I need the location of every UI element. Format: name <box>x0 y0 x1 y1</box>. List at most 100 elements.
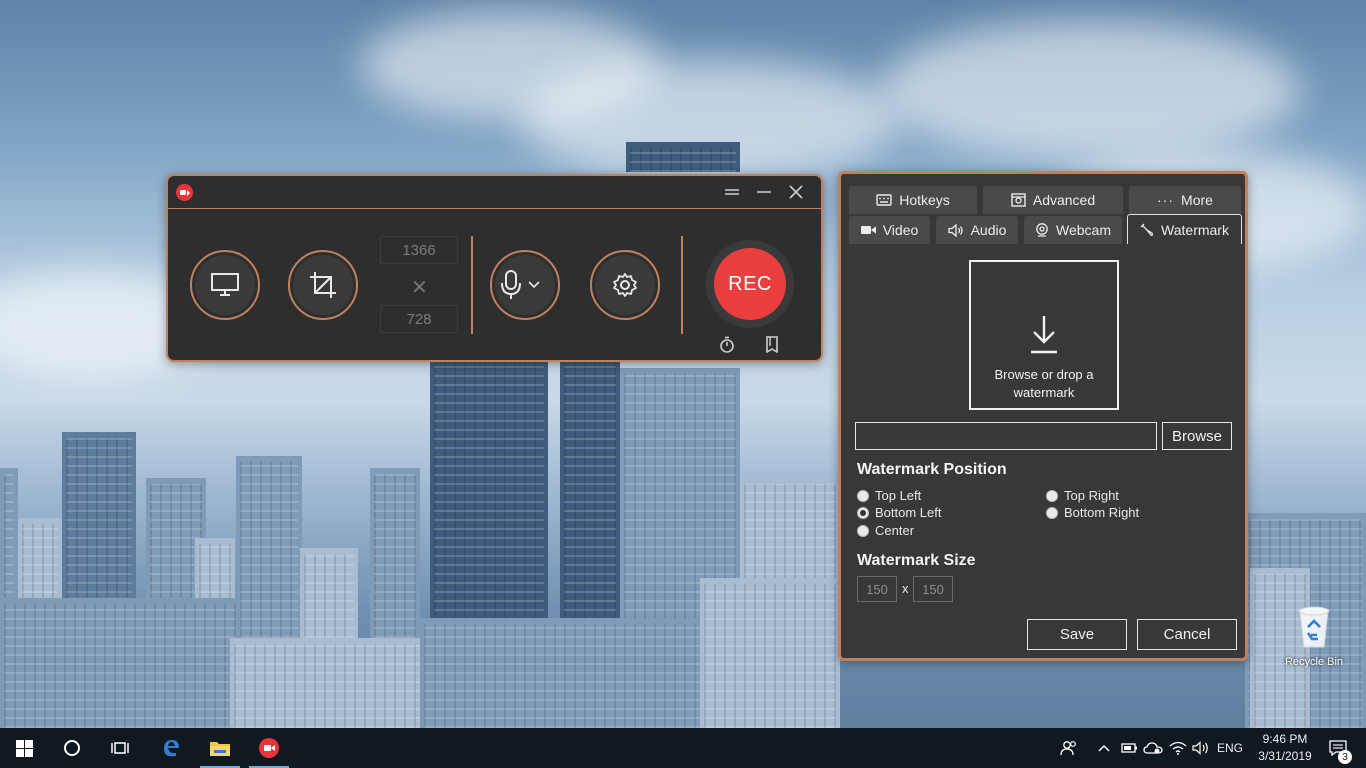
recycle-bin-icon <box>1298 606 1330 648</box>
watermark-drop-zone[interactable]: Browse or drop a watermark <box>969 260 1119 410</box>
start-button[interactable] <box>0 728 48 768</box>
volume-icon[interactable] <box>1190 728 1212 768</box>
advanced-settings-icon <box>1011 193 1026 207</box>
recycle-bin-shortcut[interactable]: Recycle Bin <box>1282 603 1346 668</box>
tab-label: Watermark <box>1161 221 1229 238</box>
notification-count-badge: 3 <box>1338 750 1352 764</box>
tab-label: More <box>1181 192 1213 208</box>
close-icon[interactable] <box>784 182 808 202</box>
watermark-size-heading: Watermark Size <box>857 552 976 569</box>
watermark-height-field[interactable]: 150 <box>913 576 953 602</box>
cancel-button[interactable]: Cancel <box>1137 619 1237 650</box>
settings-button[interactable] <box>590 250 660 320</box>
clock-time: 9:46 PM <box>1262 732 1308 746</box>
tab-label: Advanced <box>1032 192 1096 208</box>
taskbar: ENG 9:46 PM 3/31/2019 3 <box>0 728 1366 768</box>
tab-webcam[interactable]: Webcam <box>1024 216 1122 244</box>
battery-icon[interactable] <box>1118 728 1140 768</box>
webcam-icon <box>1036 223 1048 237</box>
radio-label: Center <box>875 523 915 538</box>
tab-label: Hotkeys <box>899 192 950 208</box>
microphone-icon <box>501 270 521 299</box>
radio-indicator <box>857 506 869 519</box>
radio-top-right[interactable]: Top Right <box>1046 488 1119 503</box>
toolbar-divider <box>681 236 683 334</box>
watermark-position-heading: Watermark Position <box>857 461 1007 478</box>
tab-watermark[interactable]: Watermark <box>1127 214 1242 244</box>
screen-recorder-taskbar-button[interactable] <box>245 728 293 768</box>
collapse-icon[interactable] <box>720 182 744 202</box>
windows-logo-icon <box>15 739 33 757</box>
radio-bottom-left[interactable]: Bottom Left <box>857 505 941 520</box>
size-separator: x <box>902 581 909 596</box>
fullscreen-capture-button[interactable] <box>190 250 260 320</box>
chevron-down-icon <box>528 281 540 289</box>
chevron-up-icon[interactable] <box>1095 728 1113 768</box>
wifi-icon[interactable] <box>1167 728 1189 768</box>
tab-label: Audio <box>970 222 1007 238</box>
save-button[interactable]: Save <box>1027 619 1127 650</box>
task-view-button[interactable] <box>96 728 144 768</box>
task-view-icon <box>111 742 129 754</box>
app-logo-icon <box>176 184 193 201</box>
people-icon[interactable] <box>1058 728 1080 768</box>
monitor-icon <box>211 273 239 296</box>
recorder-toolbar-window: 1366 ✕ 728 REC <box>166 174 823 362</box>
browse-button[interactable]: Browse <box>1162 422 1232 450</box>
onedrive-cloud-icon[interactable] <box>1142 728 1164 768</box>
record-button[interactable]: REC <box>714 248 786 320</box>
drop-zone-label: Browse or drop a watermark <box>994 367 1094 400</box>
radio-label: Top Right <box>1064 488 1119 503</box>
crop-icon <box>310 272 336 298</box>
download-arrow-icon <box>1031 316 1057 354</box>
file-explorer-button[interactable] <box>196 728 244 768</box>
watermark-width-field[interactable]: 150 <box>857 576 897 602</box>
dimension-times-symbol: ✕ <box>411 277 428 299</box>
keyboard-icon <box>876 194 892 206</box>
tab-hotkeys[interactable]: Hotkeys <box>849 186 977 214</box>
radio-bottom-right[interactable]: Bottom Right <box>1046 505 1139 520</box>
action-center-button[interactable]: 3 <box>1318 728 1358 768</box>
capture-height-field[interactable]: 728 <box>380 305 458 333</box>
radio-label: Top Left <box>875 488 922 503</box>
radio-top-left[interactable]: Top Left <box>857 488 921 503</box>
radio-label: Bottom Right <box>1064 505 1140 520</box>
radio-indicator <box>857 489 869 502</box>
toolbar-divider <box>471 236 473 334</box>
folder-icon <box>210 741 230 756</box>
taskbar-clock[interactable]: 9:46 PM 3/31/2019 <box>1253 731 1317 765</box>
edge-icon <box>164 740 179 757</box>
audio-source-button[interactable] <box>490 250 560 320</box>
recorder-titlebar[interactable] <box>168 176 821 209</box>
tab-audio[interactable]: Audio <box>936 216 1018 244</box>
edge-browser-button[interactable] <box>147 728 195 768</box>
tab-advanced[interactable]: Advanced <box>983 186 1123 214</box>
record-button-ring: REC <box>706 240 794 328</box>
speaker-icon <box>947 223 963 237</box>
recycle-bin-label: Recycle Bin <box>1284 656 1344 668</box>
watermark-icon <box>1140 223 1154 236</box>
cortana-button[interactable] <box>48 728 96 768</box>
cortana-circle-icon <box>64 740 80 756</box>
timer-icon[interactable] <box>719 336 735 358</box>
gear-icon <box>613 273 637 297</box>
screen-recorder-app-icon <box>259 738 279 758</box>
tab-video[interactable]: Video <box>849 216 930 244</box>
radio-indicator <box>1046 489 1058 502</box>
settings-window: Hotkeys Advanced ··· More Video Audio We… <box>838 171 1248 661</box>
radio-center[interactable]: Center <box>857 523 914 538</box>
input-language-indicator[interactable]: ENG <box>1214 728 1246 768</box>
video-camera-icon <box>860 226 876 234</box>
clip-book-icon[interactable] <box>765 336 779 358</box>
tab-label: Webcam <box>1056 222 1111 238</box>
radio-label: Bottom Left <box>875 505 942 520</box>
ellipsis-icon: ··· <box>1157 192 1175 208</box>
tab-more[interactable]: ··· More <box>1129 186 1241 214</box>
minimize-icon[interactable] <box>752 182 776 202</box>
clock-date: 3/31/2019 <box>1258 749 1312 763</box>
region-capture-button[interactable] <box>288 250 358 320</box>
watermark-path-input[interactable] <box>855 422 1157 450</box>
capture-width-field[interactable]: 1366 <box>380 236 458 264</box>
radio-indicator <box>857 524 869 537</box>
radio-indicator <box>1046 506 1058 519</box>
